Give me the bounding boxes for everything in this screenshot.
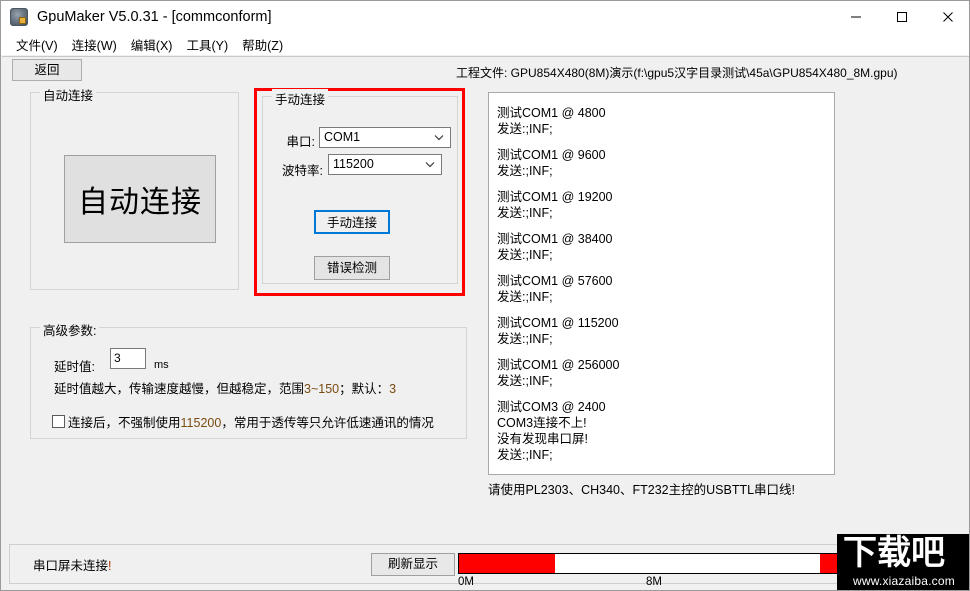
menu-bar: 文件(V) 连接(W) 编辑(X) 工具(Y) 帮助(Z) bbox=[1, 33, 969, 56]
progress-scale-start: 0M bbox=[458, 576, 474, 588]
checkbox-suffix: ，常用于透传等只允许低速通讯的情况 bbox=[221, 416, 434, 430]
port-label: 串口: bbox=[286, 135, 315, 149]
chevron-down-icon bbox=[425, 155, 435, 174]
status-bang: ! bbox=[108, 559, 112, 573]
window-title: GpuMaker V5.0.31 - [commconform] bbox=[37, 9, 272, 25]
auto-connect-group: 自动连接 自动连接 bbox=[30, 85, 239, 290]
manual-connect-group: 手动连接 串口: COM1 波特率: 115200 手动连接 错误检测 bbox=[262, 89, 458, 284]
log-blank-line bbox=[497, 137, 834, 147]
advanced-params-group-title: 高级参数: bbox=[40, 320, 100, 339]
progress-fill-left bbox=[459, 554, 555, 573]
baud-value: 115200 bbox=[333, 157, 374, 171]
auto-connect-button[interactable]: 自动连接 bbox=[64, 155, 216, 243]
window-controls bbox=[833, 1, 969, 33]
log-line: 测试COM1 @ 38400 bbox=[497, 232, 613, 246]
menu-item-help[interactable]: 帮助(Z) bbox=[235, 33, 290, 56]
application-window: GpuMaker V5.0.31 - [commconform] 文件(V) 连… bbox=[0, 0, 970, 591]
minimize-button[interactable] bbox=[833, 1, 879, 33]
project-file-path: 工程文件: GPU854X480(8M)演示(f:\gpu5汉字目录测试\45a… bbox=[456, 66, 898, 80]
log-blank-line bbox=[497, 221, 834, 231]
log-line: 测试COM1 @ 4800 bbox=[497, 106, 606, 120]
delay-hint-mid: ；默认： bbox=[339, 382, 390, 396]
baud-label: 波特率: bbox=[282, 164, 323, 178]
title-bar: GpuMaker V5.0.31 - [commconform] bbox=[1, 1, 969, 33]
log-blank-line bbox=[497, 263, 834, 273]
force-baud-checkbox[interactable] bbox=[52, 415, 65, 428]
delay-unit-label: ms bbox=[154, 359, 169, 371]
log-line: 测试COM1 @ 57600 bbox=[497, 274, 613, 288]
checkbox-prefix: 连接后，不强制使用 bbox=[68, 416, 181, 430]
maximize-icon bbox=[897, 12, 907, 22]
menu-item-file[interactable]: 文件(V) bbox=[9, 33, 65, 56]
port-combobox[interactable]: COM1 bbox=[319, 127, 451, 148]
menu-item-edit[interactable]: 编辑(X) bbox=[124, 33, 180, 56]
minimize-icon bbox=[851, 16, 861, 18]
connection-status-text: 串口屏未连接! bbox=[33, 555, 112, 574]
log-line: 发送:;INF; bbox=[497, 248, 553, 262]
menu-item-tools[interactable]: 工具(Y) bbox=[179, 33, 235, 56]
memory-usage-progressbar bbox=[458, 553, 844, 574]
log-line: 发送:;INF; bbox=[497, 164, 553, 178]
close-icon bbox=[943, 12, 953, 22]
status-bar: 串口屏未连接! 刷新显示 0M 8M bbox=[9, 544, 963, 588]
log-line: 测试COM1 @ 256000 bbox=[497, 358, 620, 372]
delay-label: 延时值: bbox=[54, 360, 95, 374]
delay-hint: 延时值越大，传输速度越慢，但越稳定，范围3~150；默认：3 bbox=[54, 378, 396, 397]
log-line: 发送:;INF; bbox=[497, 448, 553, 462]
delay-hint-prefix: 延时值越大，传输速度越慢，但越稳定，范围 bbox=[54, 382, 305, 396]
app-icon bbox=[10, 8, 28, 26]
auto-connect-group-title: 自动连接 bbox=[40, 85, 97, 104]
log-line: 发送:;INF; bbox=[497, 206, 553, 220]
manual-connect-button[interactable]: 手动连接 bbox=[314, 210, 390, 234]
advanced-params-group: 高级参数: 延时值: 3 ms 延时值越大，传输速度越慢，但越稳定，范围3~15… bbox=[30, 320, 467, 439]
log-blank-line bbox=[497, 347, 834, 357]
error-detect-button[interactable]: 错误检测 bbox=[314, 256, 390, 280]
delay-hint-range: 3~150 bbox=[304, 382, 340, 396]
log-line: 测试COM3 @ 2400 bbox=[497, 400, 606, 414]
site-watermark: 下载吧 www.xiazaiba.com bbox=[837, 534, 969, 590]
checkbox-num: 115200 bbox=[180, 416, 222, 430]
status-label: 串口屏未连接 bbox=[33, 559, 109, 573]
force-baud-checkbox-label: 连接后，不强制使用115200，常用于透传等只允许低速通讯的情况 bbox=[68, 412, 434, 431]
log-line: 测试COM1 @ 9600 bbox=[497, 148, 606, 162]
log-panel[interactable]: 测试COM1 @ 4800 发送:;INF; 测试COM1 @ 9600 发送:;IN… bbox=[488, 92, 835, 475]
log-line: 发送:;INF; bbox=[497, 332, 553, 346]
log-line: 测试COM1 @ 115200 bbox=[497, 316, 619, 330]
log-line: 没有发现串口屏! bbox=[497, 432, 588, 446]
watermark-url-text: www.xiazaiba.com bbox=[853, 574, 955, 588]
log-blank-line bbox=[497, 305, 834, 315]
watermark-cn-text: 下载吧 bbox=[843, 534, 945, 572]
maximize-button[interactable] bbox=[879, 1, 925, 33]
log-line: 发送:;INF; bbox=[497, 290, 553, 304]
refresh-display-button[interactable]: 刷新显示 bbox=[371, 553, 455, 576]
delay-input[interactable]: 3 bbox=[110, 348, 146, 369]
log-line: COM3连接不上! bbox=[497, 416, 587, 430]
chevron-down-icon bbox=[434, 128, 444, 147]
force-baud-checkbox-row[interactable]: 连接后，不强制使用115200，常用于透传等只允许低速通讯的情况 bbox=[52, 412, 434, 431]
progress-scale-end: 8M bbox=[646, 576, 662, 588]
baud-combobox[interactable]: 115200 bbox=[328, 154, 442, 175]
manual-connect-group-title: 手动连接 bbox=[272, 89, 329, 108]
menu-item-connect[interactable]: 连接(W) bbox=[65, 33, 124, 56]
log-line: 发送:;INF; bbox=[497, 374, 553, 388]
log-line: 发送:;INF; bbox=[497, 122, 553, 136]
port-value: COM1 bbox=[324, 130, 361, 144]
delay-hint-default: 3 bbox=[389, 382, 397, 396]
log-note: 请使用PL2303、CH340、FT232主控的USBTTL串口线! bbox=[488, 483, 796, 497]
back-button[interactable]: 返回 bbox=[12, 59, 82, 81]
manual-connect-highlight-frame: 手动连接 串口: COM1 波特率: 115200 手动连接 错误检测 bbox=[254, 88, 465, 296]
log-blank-line bbox=[497, 389, 834, 399]
close-button[interactable] bbox=[925, 1, 969, 33]
log-blank-line bbox=[497, 179, 834, 189]
log-line: 测试COM1 @ 19200 bbox=[497, 190, 613, 204]
